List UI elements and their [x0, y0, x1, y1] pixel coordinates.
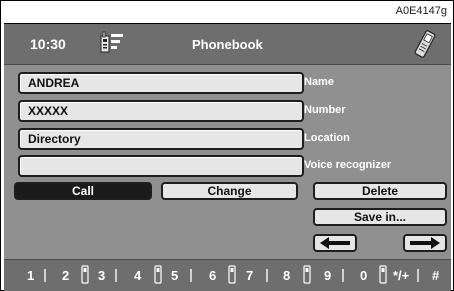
keypad-bar: 1 2 3 4 5 6 7 8 9 0 */+ # — [4, 259, 451, 291]
phonebook-icon — [100, 31, 124, 60]
previous-button[interactable] — [313, 234, 357, 252]
call-button[interactable]: Call — [14, 182, 152, 200]
key-separator — [44, 269, 46, 282]
key-8[interactable]: 8 — [283, 268, 290, 283]
key-7[interactable]: 7 — [246, 268, 253, 283]
key-separator — [190, 269, 192, 282]
mini-phone-icon — [303, 265, 311, 284]
figure-frame: A0E4147g 10:30 Phonebook ANDREA Name XXX… — [0, 0, 454, 291]
number-field[interactable]: XXXXX — [18, 100, 304, 122]
location-field[interactable]: Directory — [18, 128, 304, 150]
mini-phone-icon — [81, 265, 89, 284]
arrow-left-icon — [320, 237, 350, 249]
mobile-phone-icon — [414, 29, 436, 64]
number-value: XXXXX — [28, 104, 69, 118]
clock: 10:30 — [30, 36, 66, 52]
phonebook-screen: 10:30 Phonebook ANDREA Name XXXXX Number… — [4, 23, 451, 291]
voice-recognizer-label: Voice recognizer — [304, 159, 392, 171]
key-2[interactable]: 2 — [62, 268, 69, 283]
header-bar: 10:30 Phonebook — [4, 24, 451, 65]
key-9[interactable]: 9 — [324, 268, 331, 283]
key-separator — [115, 269, 117, 282]
arrow-right-icon — [410, 237, 440, 249]
location-value: Directory — [28, 132, 81, 146]
figure-code: A0E4147g — [395, 5, 447, 17]
key-3[interactable]: 3 — [98, 268, 105, 283]
next-button[interactable] — [403, 234, 447, 252]
key-0[interactable]: 0 — [360, 268, 367, 283]
mini-phone-icon — [228, 265, 236, 284]
name-label: Name — [304, 76, 334, 88]
key-hash[interactable]: # — [432, 268, 439, 283]
key-separator — [342, 269, 344, 282]
change-button[interactable]: Change — [161, 182, 298, 200]
key-star-plus[interactable]: */+ — [393, 268, 409, 283]
mini-phone-icon — [379, 265, 387, 284]
page-title: Phonebook — [192, 37, 263, 52]
name-value: ANDREA — [28, 76, 80, 90]
key-5[interactable]: 5 — [171, 268, 178, 283]
key-separator — [417, 269, 419, 282]
key-1[interactable]: 1 — [27, 268, 34, 283]
number-label: Number — [304, 104, 346, 116]
key-separator — [266, 269, 268, 282]
voice-recognizer-field[interactable] — [18, 155, 304, 177]
location-label: Location — [304, 132, 350, 144]
key-4[interactable]: 4 — [134, 268, 141, 283]
save-in-button[interactable]: Save in... — [313, 208, 447, 226]
mini-phone-icon — [154, 265, 162, 284]
key-6[interactable]: 6 — [209, 268, 216, 283]
delete-button[interactable]: Delete — [313, 182, 447, 200]
name-field[interactable]: ANDREA — [18, 72, 304, 94]
